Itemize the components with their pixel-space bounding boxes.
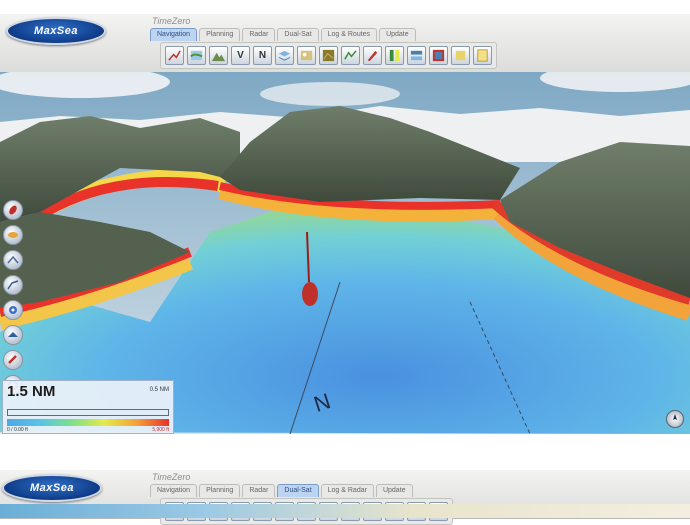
layers-icon[interactable] — [3, 325, 23, 345]
chart-icon[interactable] — [187, 46, 206, 65]
satellite-icon[interactable] — [319, 46, 338, 65]
view-mode-icon[interactable]: V — [231, 46, 250, 65]
section-divider — [0, 434, 690, 470]
edit-icon[interactable] — [363, 46, 382, 65]
tab-navigation[interactable]: Navigation — [150, 484, 198, 497]
tab-log-routes[interactable]: Log & Routes — [320, 28, 378, 41]
layer-icon[interactable] — [275, 46, 294, 65]
tab-bar: Navigation Planning Radar Dual-Sat Log &… — [150, 28, 416, 41]
pause-icon[interactable] — [407, 46, 426, 65]
tab-update[interactable]: Update — [375, 484, 413, 497]
tab-bar-bottom: Navigation Planning Radar Dual-Sat Log &… — [150, 484, 413, 497]
note-icon[interactable] — [473, 46, 492, 65]
app-header: MaxSea TimeZero Navigation Planning Rada… — [0, 14, 690, 73]
depth-range-high: 5,900 ft — [152, 427, 169, 433]
tide-icon[interactable] — [341, 46, 360, 65]
tab-navigation[interactable]: Navigation — [150, 28, 198, 41]
chart-2d-view-strip[interactable] — [0, 504, 690, 518]
scale-value: 1.5 NM — [7, 383, 56, 400]
app-logo[interactable]: MaxSea — [6, 17, 106, 45]
draw-icon[interactable] — [3, 250, 23, 270]
target-icon[interactable] — [3, 300, 23, 320]
depth-range-low: 0 / 0.00 ft — [7, 427, 28, 433]
depth-color-ramp — [7, 419, 169, 426]
tab-radar[interactable]: Radar — [242, 484, 276, 497]
photo-icon[interactable] — [297, 46, 316, 65]
3d-icon[interactable] — [451, 46, 470, 65]
chart-3d-view[interactable]: N 1.5 NM 0.5 NM 0 / 0.00 ft 5,900 ft — [0, 72, 690, 434]
tab-update[interactable]: Update — [379, 28, 416, 41]
scale-bar — [7, 409, 169, 416]
mob-icon[interactable] — [3, 350, 23, 370]
app-logo-bottom[interactable]: MaxSea — [2, 474, 102, 502]
tab-dual-sat[interactable]: Dual-Sat — [277, 28, 319, 41]
north-up-icon[interactable]: N — [253, 46, 272, 65]
top-margin — [0, 0, 690, 14]
scale-panel: 1.5 NM 0.5 NM 0 / 0.00 ft 5,900 ft — [2, 380, 174, 434]
tab-radar[interactable]: Radar — [242, 28, 276, 41]
compass-icon[interactable] — [666, 410, 684, 428]
tab-log-radar[interactable]: Log & Radar — [320, 484, 374, 497]
boat-icon[interactable] — [3, 200, 23, 220]
scale-small: 0.5 NM — [149, 387, 169, 393]
side-toolbar — [3, 200, 23, 395]
route-icon[interactable] — [165, 46, 184, 65]
tab-planning[interactable]: Planning — [199, 28, 241, 41]
brand-label-bottom: TimeZero — [152, 472, 191, 482]
tab-planning[interactable]: Planning — [199, 484, 241, 497]
brand-label: TimeZero — [152, 16, 191, 26]
grid-icon[interactable] — [429, 46, 448, 65]
depth-icon[interactable] — [385, 46, 404, 65]
toolbar: V N — [160, 42, 497, 69]
ellipse-icon[interactable] — [3, 225, 23, 245]
route-point-icon[interactable] — [3, 275, 23, 295]
tab-dual-sat[interactable]: Dual-Sat — [277, 484, 319, 497]
terrain-icon[interactable] — [209, 46, 228, 65]
